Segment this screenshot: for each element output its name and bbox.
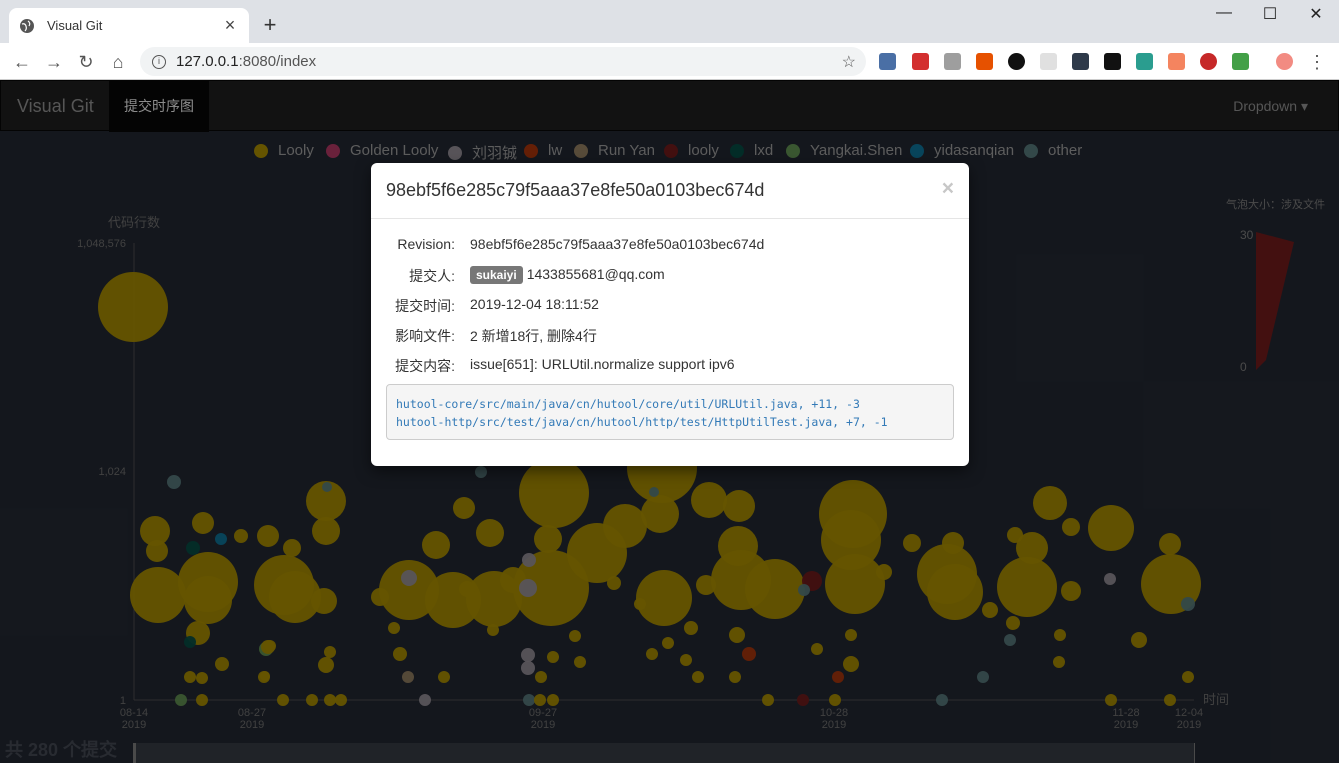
author-label: 提交人: <box>409 268 455 284</box>
minimize-button[interactable]: — <box>1204 4 1244 22</box>
tab-title: Visual Git <box>47 18 103 33</box>
extension-icon[interactable] <box>944 53 961 70</box>
extension-icon[interactable] <box>1232 53 1249 70</box>
bookmark-star-icon[interactable]: ☆ <box>842 52 856 72</box>
extension-icon[interactable] <box>1136 53 1153 70</box>
time-label: 提交时间: <box>395 298 455 314</box>
message-value: issue[651]: URLUtil.normalize support ip… <box>470 356 735 372</box>
close-tab-icon[interactable]: × <box>221 15 239 36</box>
file-list: hutool-core/src/main/java/cn/hutool/core… <box>386 384 954 440</box>
author-email: 1433855681@qq.com <box>526 266 665 282</box>
profile-avatar[interactable] <box>1276 53 1293 70</box>
extension-icon[interactable] <box>1104 53 1121 70</box>
close-icon[interactable]: × <box>942 177 954 201</box>
globe-icon <box>20 18 34 33</box>
file-list-item[interactable]: hutool-core/src/main/java/cn/hutool/core… <box>396 395 944 413</box>
home-icon[interactable]: ⌂ <box>107 51 129 73</box>
url-rest: :8080/index <box>238 53 317 70</box>
menu-dots-icon[interactable]: ⋮ <box>1306 51 1328 73</box>
commit-detail-modal: 98ebf5f6e285c79f5aaa37e8fe50a0103bec674d… <box>371 163 969 466</box>
window-close-button[interactable]: ✕ <box>1296 4 1336 24</box>
file-list-item[interactable]: hutool-http/src/test/java/cn/hutool/http… <box>396 413 944 431</box>
forward-icon[interactable]: → <box>43 51 65 73</box>
message-label: 提交内容: <box>395 358 455 374</box>
gitlab-icon[interactable] <box>976 53 993 70</box>
message-row: 提交内容: issue[651]: URLUtil.normalize supp… <box>371 356 969 376</box>
extension-icon[interactable] <box>879 53 896 70</box>
modal-header: 98ebf5f6e285c79f5aaa37e8fe50a0103bec674d… <box>371 163 969 219</box>
extension-icon[interactable] <box>1008 53 1025 70</box>
time-row: 提交时间: 2019-12-04 18:11:52 <box>371 296 969 316</box>
new-tab-button[interactable]: + <box>258 12 282 38</box>
extension-icon[interactable] <box>912 53 929 70</box>
files-label: 影响文件: <box>395 328 455 344</box>
files-row: 影响文件: 2 新增18行, 删除4行 <box>371 326 969 346</box>
url-host: 127.0.0.1 <box>176 53 239 70</box>
url-text: 127.0.0.1:8080/index <box>176 53 316 70</box>
extension-icon[interactable] <box>1040 53 1057 70</box>
browser-toolbar: ← → ↻ ⌂ i 127.0.0.1:8080/index ☆ ⋮ <box>0 43 1339 80</box>
extension-icon[interactable] <box>1072 53 1089 70</box>
revision-row: Revision: 98ebf5f6e285c79f5aaa37e8fe50a0… <box>371 236 969 256</box>
revision-label: Revision: <box>397 236 455 252</box>
browser-tab[interactable]: Visual Git × <box>9 8 249 43</box>
back-icon[interactable]: ← <box>11 51 33 73</box>
extension-icon[interactable] <box>1168 53 1185 70</box>
info-icon[interactable]: i <box>152 54 166 69</box>
time-value: 2019-12-04 18:11:52 <box>470 296 599 312</box>
modal-title: 98ebf5f6e285c79f5aaa37e8fe50a0103bec674d <box>386 180 765 200</box>
author-row: 提交人: sukaiyi 1433855681@qq.com <box>371 266 969 286</box>
files-summary: 2 新增18行, 删除4行 <box>470 328 597 344</box>
adblock-icon[interactable] <box>1200 53 1217 70</box>
author-badge: sukaiyi <box>470 266 523 284</box>
maximize-button[interactable]: ☐ <box>1250 4 1290 24</box>
address-bar[interactable]: i 127.0.0.1:8080/index ☆ <box>140 47 866 76</box>
browser-tabstrip: Visual Git × + — ☐ ✕ <box>0 0 1339 43</box>
revision-value: 98ebf5f6e285c79f5aaa37e8fe50a0103bec674d <box>470 236 765 252</box>
reload-icon[interactable]: ↻ <box>75 51 97 73</box>
